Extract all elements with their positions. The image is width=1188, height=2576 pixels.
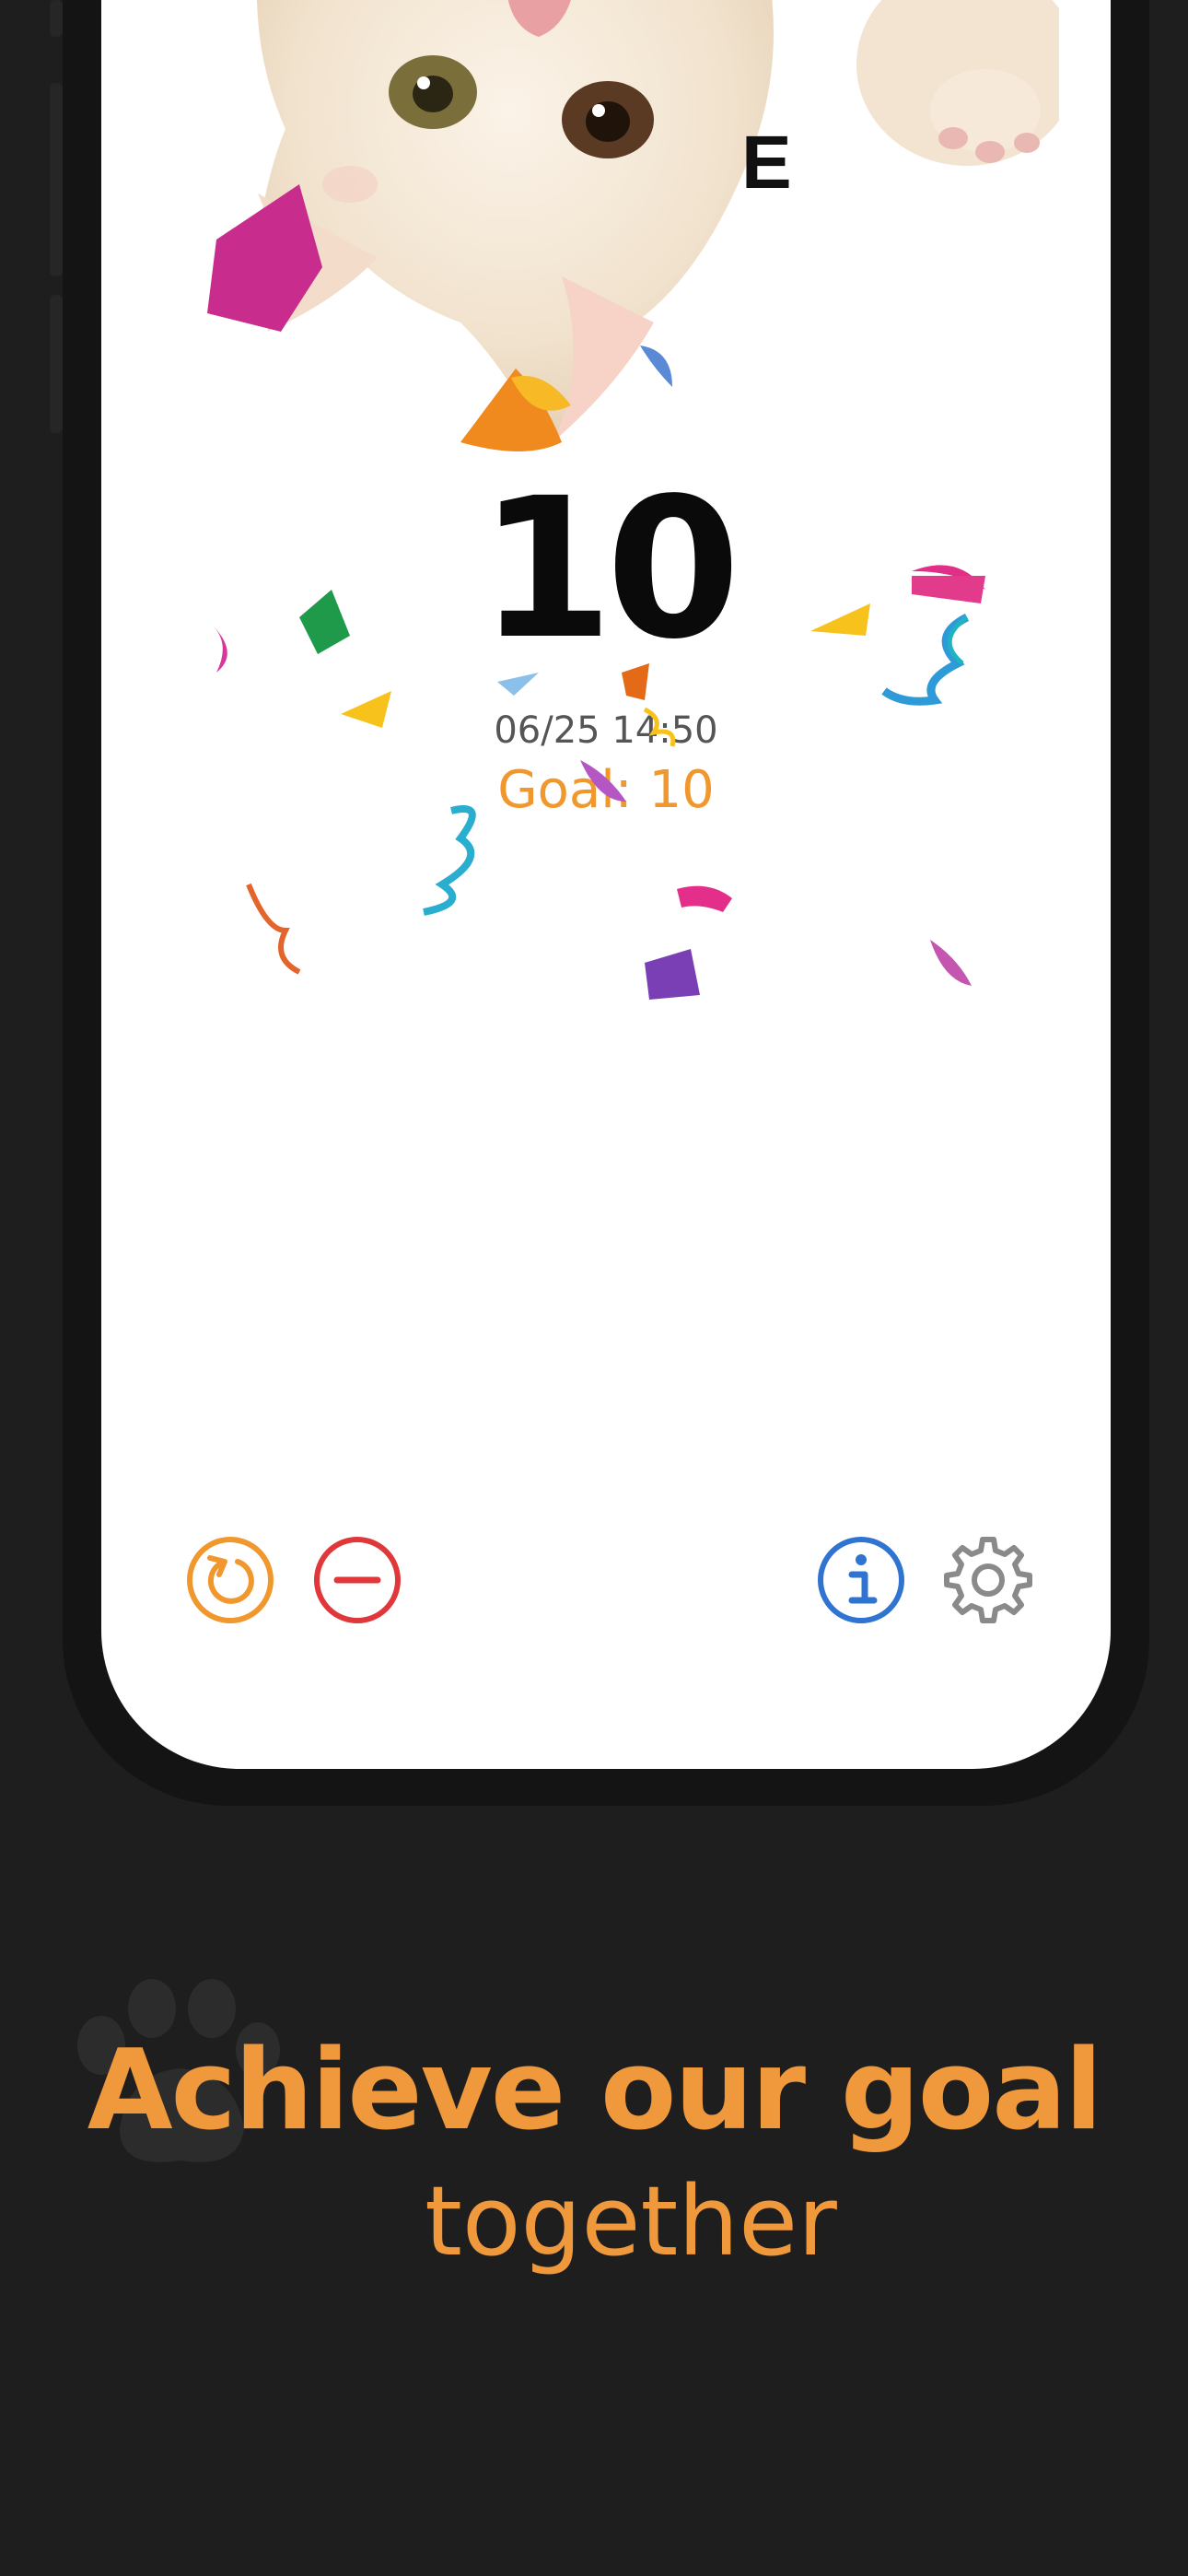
volume-down-button [50, 295, 63, 433]
cat-photo [249, 0, 1059, 442]
promo-subline: together [425, 2165, 837, 2277]
app-screen: E 10 06/25 14:50 Goal: 10 [101, 0, 1111, 1769]
info-button[interactable] [815, 1534, 907, 1626]
counter-value: 10 [478, 456, 740, 682]
decrement-button[interactable] [311, 1534, 403, 1626]
side-button [50, 0, 63, 37]
last-updated-timestamp: 06/25 14:50 [494, 709, 718, 752]
promo-headline: Achieve our goal [87, 2027, 1103, 2155]
settings-button[interactable] [942, 1534, 1034, 1626]
goal-display: Goal: 10 [101, 760, 1111, 820]
goal-value: 10 [648, 760, 715, 820]
volume-up-button [50, 83, 63, 276]
title-fragment: E [741, 121, 792, 205]
minus-icon [314, 1537, 401, 1623]
reset-button[interactable] [184, 1534, 276, 1626]
gear-icon [944, 1537, 1032, 1623]
info-icon [818, 1537, 904, 1623]
reset-icon [187, 1537, 274, 1623]
goal-label: Goal: [497, 760, 633, 820]
